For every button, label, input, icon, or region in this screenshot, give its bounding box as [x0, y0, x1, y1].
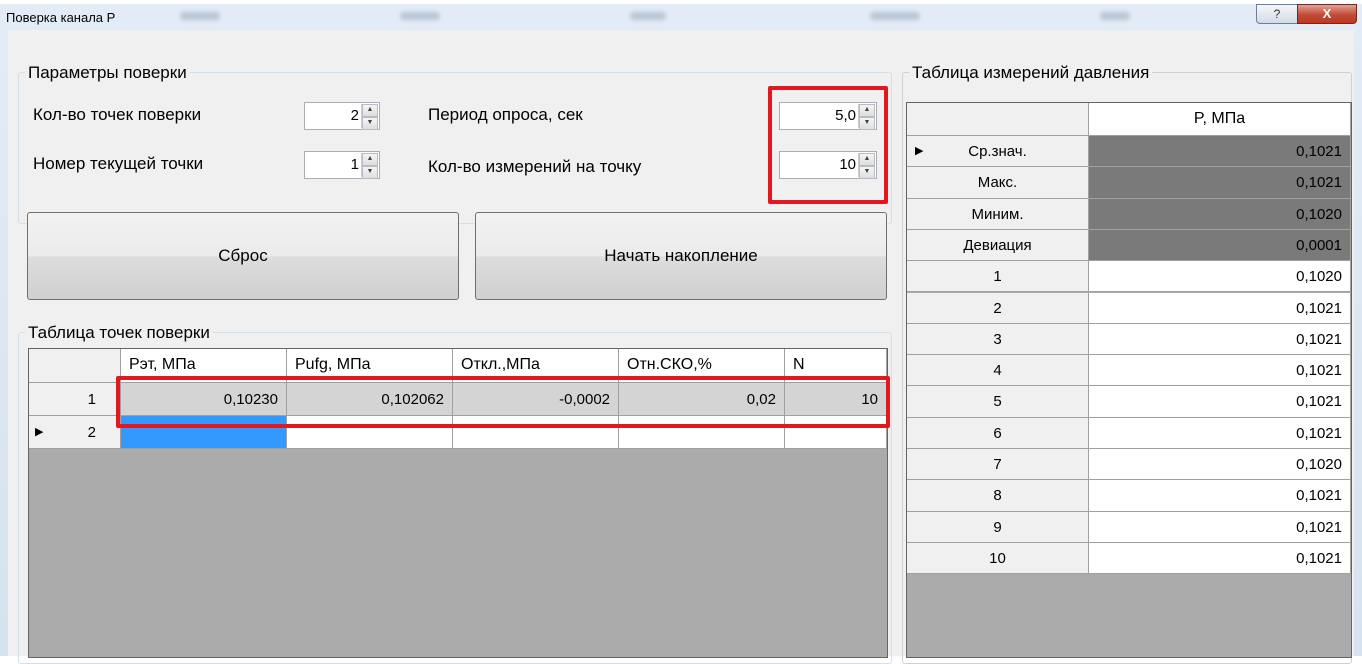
- measurements-value: 10: [839, 156, 856, 173]
- row-header[interactable]: 4: [907, 355, 1089, 387]
- selected-cell[interactable]: [121, 416, 287, 449]
- points-count-value: 2: [350, 107, 359, 124]
- table-cell[interactable]: [287, 416, 453, 449]
- poll-period-spinner[interactable]: 5,0 ▲ ▼: [779, 102, 877, 130]
- table-cell[interactable]: [453, 416, 619, 449]
- table-cell[interactable]: -0,0002: [453, 383, 619, 416]
- help-button[interactable]: ?: [1256, 4, 1298, 24]
- spinner-arrows[interactable]: ▲ ▼: [858, 153, 875, 179]
- blurred-background: [1100, 12, 1130, 20]
- row-header[interactable]: 3: [907, 323, 1089, 356]
- measurement-cell[interactable]: 0,1021: [1089, 542, 1351, 575]
- points-count-spinner[interactable]: 2 ▲ ▼: [304, 102, 380, 130]
- statistic-cell[interactable]: 0,1020: [1089, 198, 1351, 230]
- current-point-label: Номер текущей точки: [33, 154, 204, 173]
- measurement-cell[interactable]: 0,1021: [1089, 511, 1351, 543]
- current-row-arrow-icon: ▶: [915, 145, 924, 157]
- spinner-arrows[interactable]: ▲ ▼: [361, 153, 378, 179]
- close-button[interactable]: X: [1297, 4, 1357, 24]
- pressure-table-title: Таблица измерений давления: [909, 63, 1153, 83]
- poll-period-label: Период опроса, сек: [428, 105, 583, 124]
- table-cell[interactable]: 0,10230: [121, 383, 287, 416]
- measurement-cell[interactable]: 0,1021: [1089, 417, 1351, 449]
- row-header[interactable]: 7: [907, 449, 1089, 481]
- current-row-arrow-icon: ▶: [35, 426, 44, 438]
- row-header[interactable]: Ср.знач.: [907, 136, 1089, 168]
- column-header[interactable]: N: [785, 349, 887, 383]
- dialog-client-area: Параметры поверки Кол-во точек поверки 2…: [8, 30, 1354, 664]
- params-group: Параметры поверки: [18, 63, 892, 224]
- statistic-cell[interactable]: 0,0001: [1089, 229, 1351, 262]
- window-title: Поверка канала P: [6, 10, 116, 25]
- spin-down-icon[interactable]: ▼: [859, 117, 875, 130]
- row-header[interactable]: 8: [907, 480, 1089, 512]
- start-accumulation-button[interactable]: Начать накопление: [475, 212, 887, 300]
- reset-button[interactable]: Сброс: [27, 212, 459, 300]
- spinner-arrows[interactable]: ▲ ▼: [858, 104, 875, 130]
- measurement-cell[interactable]: 0,1020: [1089, 449, 1351, 481]
- row-header[interactable]: Девиация: [907, 229, 1089, 262]
- points-grid[interactable]: Pэт, МПа Pufg, МПа Откл.,МПа Отн.СКО,% N…: [28, 348, 888, 658]
- spin-down-icon[interactable]: ▼: [362, 166, 378, 179]
- row-header[interactable]: 9: [907, 511, 1089, 543]
- statistic-cell[interactable]: 0,1021: [1089, 167, 1351, 199]
- dialog-window: Поверка канала P ? X Параметры поверки К…: [0, 4, 1362, 664]
- grid-corner: [29, 349, 121, 383]
- row-header[interactable]: 1: [907, 261, 1089, 293]
- measurements-spinner[interactable]: 10 ▲ ▼: [779, 151, 877, 179]
- measurement-cell[interactable]: 0,1021: [1089, 355, 1351, 387]
- column-header[interactable]: Pэт, МПа: [121, 349, 287, 383]
- spin-up-icon[interactable]: ▲: [859, 104, 875, 117]
- row-header[interactable]: 10: [907, 542, 1089, 575]
- column-header[interactable]: Pufg, МПа: [287, 349, 453, 383]
- grid-corner: [907, 103, 1089, 136]
- blurred-background: [870, 12, 920, 20]
- points-count-label: Кол-во точек поверки: [33, 105, 202, 124]
- row-header[interactable]: 5: [907, 386, 1089, 418]
- row-header[interactable]: Миним.: [907, 198, 1089, 230]
- column-header[interactable]: P, МПа: [1089, 103, 1351, 136]
- row-header[interactable]: 1: [29, 383, 121, 416]
- table-cell[interactable]: 10: [785, 383, 887, 416]
- blurred-background: [630, 12, 666, 20]
- statistic-cell[interactable]: 0,1021: [1089, 136, 1351, 168]
- points-table-title: Таблица точек поверки: [25, 323, 213, 343]
- measurements-label: Кол-во измерений на точку: [428, 157, 642, 176]
- column-header[interactable]: Отн.СКО,%: [619, 349, 785, 383]
- current-point-value: 1: [350, 156, 359, 173]
- measurement-cell[interactable]: 0,1020: [1089, 261, 1351, 293]
- poll-period-value: 5,0: [835, 107, 856, 124]
- blurred-background: [180, 12, 220, 20]
- measurement-cell[interactable]: 0,1021: [1089, 292, 1351, 324]
- measurement-cell[interactable]: 0,1021: [1089, 323, 1351, 356]
- spin-up-icon[interactable]: ▲: [859, 153, 875, 166]
- column-header[interactable]: Откл.,МПа: [453, 349, 619, 383]
- measurement-cell[interactable]: 0,1021: [1089, 480, 1351, 512]
- pressure-grid[interactable]: P, МПа ▶ Ср.знач. 0,1021 Макс. 0,1021 Миним. 0…: [906, 102, 1352, 658]
- params-group-title: Параметры поверки: [25, 63, 190, 83]
- blurred-background: [400, 12, 440, 20]
- table-cell[interactable]: [785, 416, 887, 449]
- row-index: 2: [87, 424, 96, 441]
- table-cell[interactable]: 0,102062: [287, 383, 453, 416]
- table-cell[interactable]: [619, 416, 785, 449]
- spin-down-icon[interactable]: ▼: [362, 117, 378, 130]
- spinner-arrows[interactable]: ▲ ▼: [361, 104, 378, 130]
- spin-down-icon[interactable]: ▼: [859, 166, 875, 179]
- spin-up-icon[interactable]: ▲: [362, 153, 378, 166]
- current-point-spinner[interactable]: 1 ▲ ▼: [304, 151, 380, 179]
- measurement-cell[interactable]: 0,1021: [1089, 386, 1351, 418]
- row-header[interactable]: 2: [907, 292, 1089, 324]
- spin-up-icon[interactable]: ▲: [362, 104, 378, 117]
- title-bar[interactable]: Поверка канала P ? X: [0, 4, 1362, 30]
- row-header[interactable]: Макс.: [907, 167, 1089, 199]
- table-cell[interactable]: 0,02: [619, 383, 785, 416]
- row-header[interactable]: 6: [907, 417, 1089, 449]
- row-header[interactable]: ▶ 2: [29, 416, 121, 449]
